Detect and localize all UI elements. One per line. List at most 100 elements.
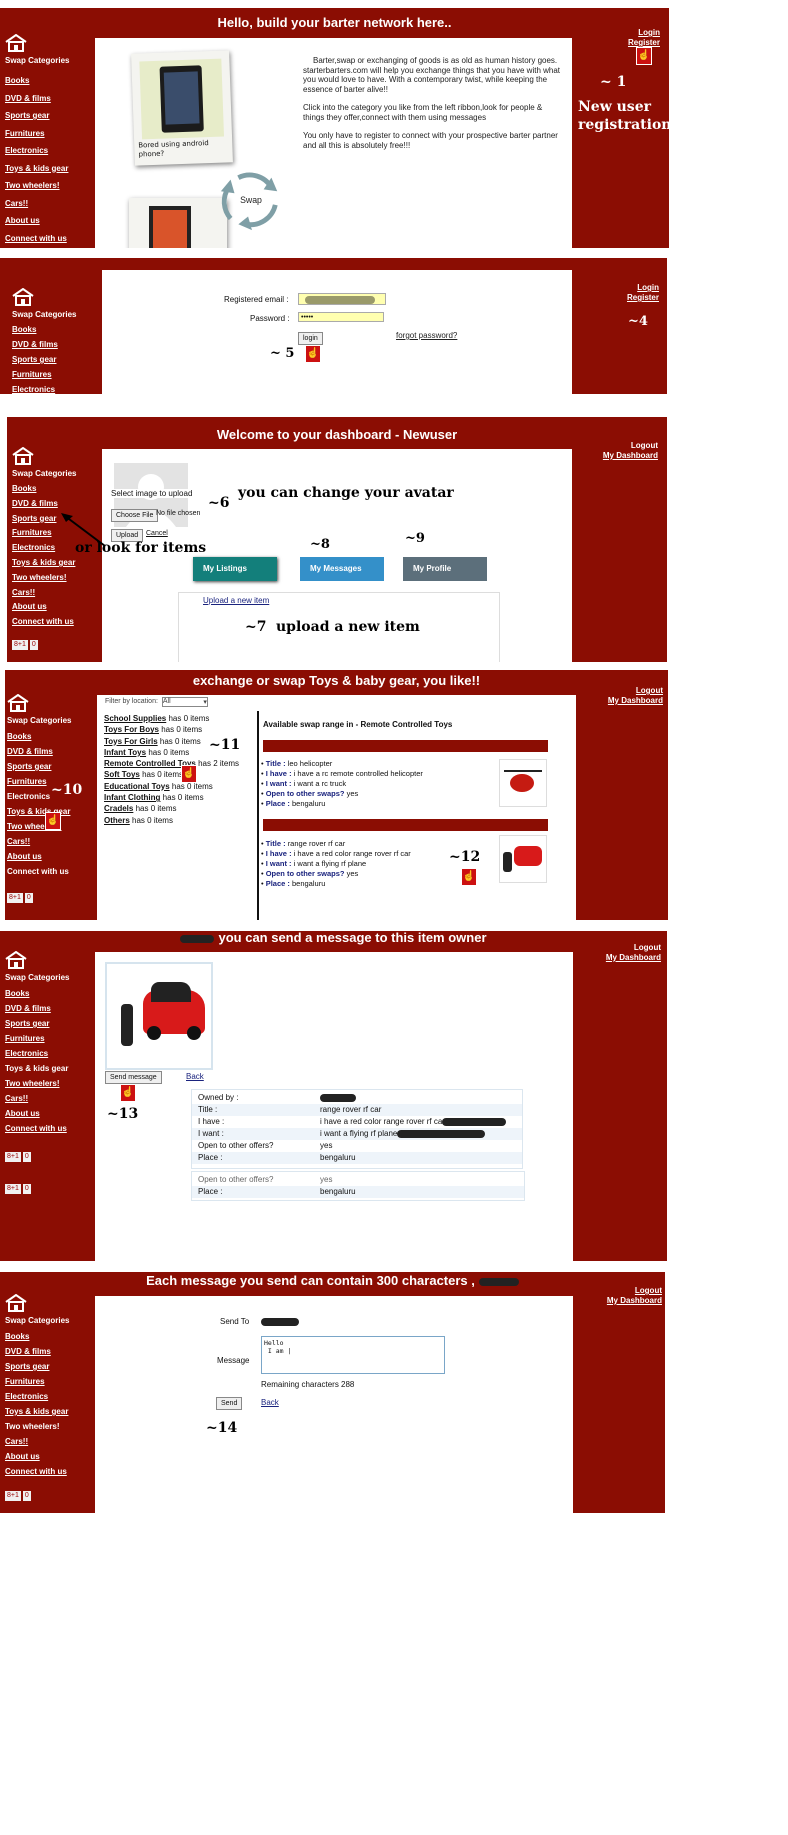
register-link[interactable]: Register — [627, 293, 659, 303]
gplus-button[interactable]: 8+1 — [7, 893, 23, 903]
sidebar-item-cars[interactable]: Cars!! — [5, 1091, 69, 1106]
sidebar-item-dvd[interactable]: DVD & films — [5, 1001, 69, 1016]
category-link[interactable]: Infant Toys — [104, 748, 146, 757]
my-dashboard-link[interactable]: My Dashboard — [607, 1296, 662, 1306]
category-link[interactable]: Toys For Girls — [104, 737, 158, 746]
home-icon[interactable] — [5, 951, 27, 969]
sidebar-item-connect[interactable]: Connect with us — [12, 615, 76, 630]
sidebar-item-sports[interactable]: Sports gear — [5, 107, 69, 125]
sidebar-item-toys[interactable]: Toys & kids gear — [5, 1061, 69, 1076]
sidebar-item-about[interactable]: About us — [5, 1449, 69, 1464]
home-icon[interactable] — [5, 1294, 27, 1312]
sidebar-item-electronics[interactable]: Electronics — [5, 1389, 69, 1404]
category-link[interactable]: School Supplies — [104, 714, 166, 723]
sidebar-item-about[interactable]: About us — [12, 600, 76, 615]
sidebar-item-cars[interactable]: Cars!! — [5, 1434, 69, 1449]
sidebar-item-about[interactable]: About us — [7, 849, 71, 864]
login-link[interactable]: Login — [628, 28, 660, 38]
home-icon[interactable] — [5, 34, 27, 52]
send-message-button[interactable]: Send message — [105, 1071, 162, 1084]
category-link[interactable]: Educational Toys — [104, 782, 170, 791]
upload-new-item-link[interactable]: Upload a new item — [203, 596, 269, 605]
swap-item[interactable]: • Title : leo helicopter • I have : i ha… — [261, 759, 547, 811]
sidebar-item-connect[interactable]: Connect with us — [5, 230, 69, 248]
sidebar-item-books[interactable]: Books — [7, 729, 71, 744]
sidebar-item-two-wheelers[interactable]: Two wheelers! — [12, 571, 76, 586]
sidebar-item-connect[interactable]: Connect with us — [5, 1464, 69, 1479]
sidebar-item-about[interactable]: About us — [5, 212, 69, 230]
my-messages-button[interactable]: My Messages — [300, 557, 384, 581]
sidebar-item-sports[interactable]: Sports gear — [5, 1016, 69, 1031]
back-link[interactable]: Back — [186, 1072, 204, 1081]
my-dashboard-link[interactable]: My Dashboard — [608, 696, 663, 706]
sidebar-item-dvd[interactable]: DVD & films — [7, 744, 71, 759]
sidebar-item-books[interactable]: Books — [5, 72, 69, 90]
sidebar-item-dvd[interactable]: DVD & films — [5, 90, 69, 108]
sidebar-item-two-wheelers[interactable]: Two wheelers! — [5, 177, 69, 195]
sidebar-item-books[interactable]: Books — [12, 322, 76, 337]
gplus-button[interactable]: 8+1 — [12, 639, 28, 650]
sidebar-item-connect[interactable]: Connect with us — [7, 864, 71, 879]
sidebar-item-connect[interactable]: Connect with us — [5, 1121, 69, 1136]
category-link[interactable]: Soft Toys — [104, 770, 140, 779]
sidebar-item-two-wheelers[interactable]: Two wheelers! — [5, 1419, 69, 1434]
sidebar-item-cars[interactable]: Cars!! — [7, 834, 71, 849]
choose-file-button[interactable]: Choose File — [111, 509, 159, 522]
sidebar-item-toys[interactable]: Toys & kids gear — [7, 804, 71, 819]
logout-link[interactable]: Logout — [606, 943, 661, 953]
sidebar-item-electronics[interactable]: Electronics — [5, 142, 69, 160]
send-button[interactable]: Send — [216, 1397, 243, 1410]
gplus-button[interactable]: 8+1 — [5, 1491, 21, 1501]
sidebar-item-furnitures[interactable]: Furnitures — [5, 125, 69, 143]
back-link[interactable]: Back — [261, 1398, 279, 1407]
sidebar-item-books[interactable]: Books — [5, 986, 69, 1001]
sidebar-item-books[interactable]: Books — [5, 1329, 69, 1344]
email-field[interactable] — [298, 293, 386, 305]
my-dashboard-link[interactable]: My Dashboard — [603, 451, 658, 461]
sidebar-item-sports[interactable]: Sports gear — [12, 352, 76, 367]
sidebar-item-dvd[interactable]: DVD & films — [12, 337, 76, 352]
helicopter-image[interactable] — [499, 759, 547, 807]
sidebar-item-furnitures[interactable]: Furnitures — [5, 1031, 69, 1046]
home-icon[interactable] — [7, 694, 29, 712]
gplus-button[interactable]: 8+1 — [5, 1184, 21, 1194]
sidebar-item-about[interactable]: About us — [5, 1106, 69, 1121]
category-link[interactable]: Toys For Boys — [104, 725, 159, 734]
gplus-button[interactable]: 8+1 — [5, 1152, 21, 1162]
sidebar-item-sports[interactable]: Sports gear — [7, 759, 71, 774]
logout-link[interactable]: Logout — [608, 686, 663, 696]
item-photo[interactable] — [105, 962, 213, 1070]
logout-link[interactable]: Logout — [603, 441, 658, 451]
my-listings-button[interactable]: My Listings — [193, 557, 277, 581]
message-textarea[interactable]: Hello I am | — [261, 1336, 445, 1374]
sidebar-item-toys[interactable]: Toys & kids gear — [5, 160, 69, 178]
category-link[interactable]: Others — [104, 816, 130, 825]
my-profile-button[interactable]: My Profile — [403, 557, 487, 581]
sidebar-item-electronics[interactable]: Electronics — [12, 382, 76, 394]
location-select[interactable]: All ▾ — [161, 697, 208, 707]
sidebar-item-electronics[interactable]: Electronics — [5, 1046, 69, 1061]
sidebar-item-cars[interactable]: Cars!! — [12, 586, 76, 601]
sidebar-item-toys[interactable]: Toys & kids gear — [5, 1404, 69, 1419]
password-field[interactable]: ••••• — [298, 312, 384, 322]
sidebar-item-two-wheelers[interactable]: Two wheelers! — [7, 819, 71, 834]
category-link[interactable]: Cradels — [104, 804, 133, 813]
my-dashboard-link[interactable]: My Dashboard — [606, 953, 661, 963]
sidebar-item-sports[interactable]: Sports gear — [5, 1359, 69, 1374]
login-link[interactable]: Login — [627, 283, 659, 293]
home-icon[interactable] — [12, 447, 34, 465]
sidebar-item-two-wheelers[interactable]: Two wheelers! — [5, 1076, 69, 1091]
category-link[interactable]: Infant Clothing — [104, 793, 160, 802]
sidebar-item-books[interactable]: Books — [12, 482, 76, 497]
forgot-password-link[interactable]: forgot password? — [396, 331, 457, 340]
sidebar-item-cars[interactable]: Cars!! — [5, 195, 69, 213]
rc-car-image[interactable] — [499, 835, 547, 883]
logout-link[interactable]: Logout — [607, 1286, 662, 1296]
sidebar-item-dvd[interactable]: DVD & films — [5, 1344, 69, 1359]
sidebar-item-toys[interactable]: Toys & kids gear — [12, 556, 76, 571]
home-icon[interactable] — [12, 288, 34, 306]
swap-item[interactable]: • Title : range rover rf car • I have : … — [261, 835, 547, 891]
cancel-link[interactable]: Cancel — [146, 530, 168, 537]
login-button[interactable]: login — [298, 332, 323, 345]
sidebar-item-furnitures[interactable]: Furnitures — [12, 367, 76, 382]
